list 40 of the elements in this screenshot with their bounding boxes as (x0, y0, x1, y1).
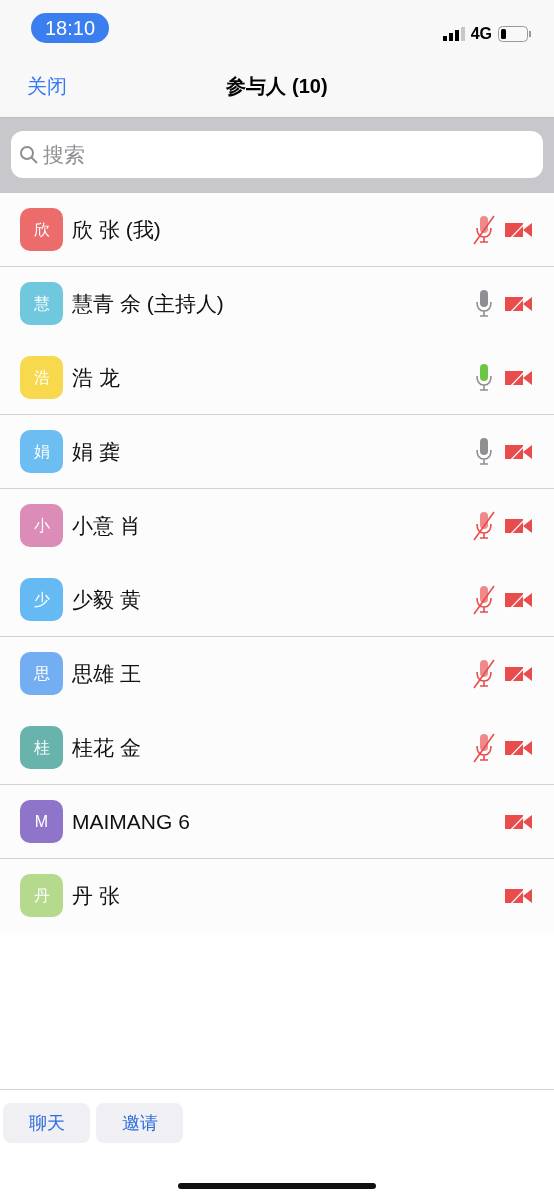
participant-name: MAIMANG 6 (72, 808, 191, 835)
participant-name: 少毅 黄 (72, 586, 142, 613)
participant-name: 浩 龙 (72, 364, 121, 391)
signal-icon (442, 26, 465, 41)
status-time: 18:10 (31, 12, 110, 43)
avatar: 小 (20, 504, 63, 547)
toolbar-button[interactable]: 聊天 (3, 1103, 90, 1143)
avatar: M (20, 800, 63, 843)
participant-row[interactable]: 慧 慧青 余 (主持人) (0, 267, 554, 341)
participant-row[interactable]: M MAIMANG 6 (0, 785, 554, 859)
search-icon (19, 145, 39, 165)
close-button[interactable]: 关闭 (27, 71, 67, 101)
participant-row[interactable]: 小 小意 肖 (0, 489, 554, 563)
participant-row[interactable]: 思 思雄 王 (0, 637, 554, 711)
network-label: 4G (470, 25, 492, 42)
participant-name: 娟 龚 (72, 438, 121, 465)
participant-name: 欣 张 (我) (72, 216, 162, 243)
participant-row[interactable]: 欣 欣 张 (我) (0, 193, 554, 267)
avatar: 欣 (20, 208, 63, 251)
avatar: 丹 (20, 874, 63, 917)
toolbar-button[interactable]: 邀请 (96, 1103, 183, 1143)
participant-row[interactable]: 桂 桂花 金 (0, 711, 554, 785)
avatar: 思 (20, 652, 63, 695)
participant-name: 丹 张 (72, 882, 121, 909)
battery-icon (498, 25, 532, 42)
participant-row[interactable]: 丹 丹 张 (0, 859, 554, 933)
participant-row[interactable]: 浩 浩 龙 (0, 341, 554, 415)
participant-name: 小意 肖 (72, 512, 142, 539)
screen-title: 参与人 (10) (226, 74, 328, 99)
participant-name: 思雄 王 (72, 660, 142, 687)
participant-row[interactable]: 少 少毅 黄 (0, 563, 554, 637)
avatar: 浩 (20, 356, 63, 399)
avatar: 娟 (20, 430, 63, 473)
avatar: 少 (20, 578, 63, 621)
search-field[interactable]: 搜索 (11, 131, 543, 178)
participant-name: 慧青 余 (主持人) (72, 290, 225, 317)
participant-name: 桂花 金 (72, 734, 142, 761)
avatar: 桂 (20, 726, 63, 769)
participant-row[interactable]: 娟 娟 龚 (0, 415, 554, 489)
avatar: 慧 (20, 282, 63, 325)
